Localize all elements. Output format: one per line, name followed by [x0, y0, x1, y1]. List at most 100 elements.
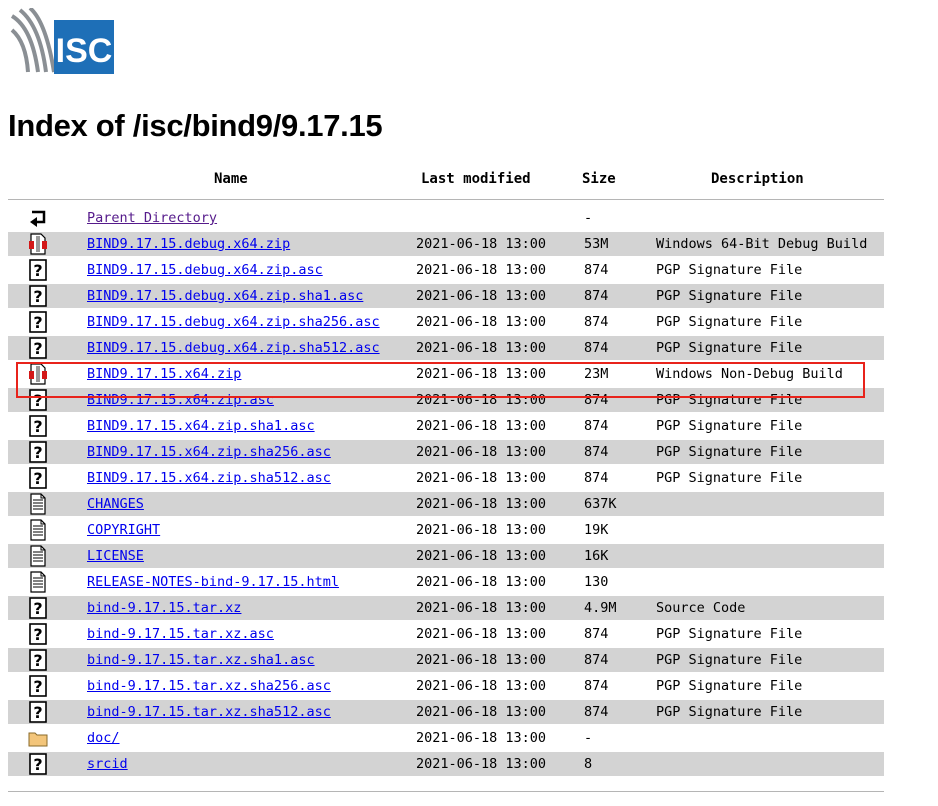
- file-link[interactable]: doc/: [87, 730, 120, 746]
- file-size: 874: [584, 340, 609, 356]
- file-link[interactable]: bind-9.17.15.tar.xz.asc: [87, 626, 274, 642]
- svg-text:?: ?: [33, 469, 42, 488]
- table-row: ? BIND9.17.15.x64.zip.sha256.asc 2021-06-1…: [8, 440, 884, 464]
- file-size: 874: [584, 262, 609, 278]
- folder-icon: [28, 727, 48, 749]
- last-modified: 2021-06-18 13:00: [416, 262, 547, 278]
- file-size: -: [584, 730, 593, 746]
- file-description: PGP Signature File: [656, 340, 803, 356]
- file-size: 53M: [584, 236, 609, 252]
- file-link[interactable]: LICENSE: [87, 548, 144, 564]
- table-row: ? BIND9.17.15.x64.zip.sha1.asc 2021-06-18 …: [8, 414, 884, 438]
- file-link[interactable]: Parent Directory: [87, 210, 217, 226]
- file-link[interactable]: BIND9.17.15.debug.x64.zip.asc: [87, 262, 323, 278]
- last-modified: 2021-06-18 13:00: [416, 704, 547, 720]
- unknown-file-icon: ?: [28, 597, 48, 619]
- last-modified: 2021-06-18 13:00: [416, 236, 547, 252]
- file-description: PGP Signature File: [656, 626, 803, 642]
- last-modified: 2021-06-18 13:00: [416, 626, 547, 642]
- file-link[interactable]: BIND9.17.15.x64.zip.sha256.asc: [87, 444, 331, 460]
- table-row: ? bind-9.17.15.tar.xz.sha1.asc 2021-06-18 …: [8, 648, 884, 672]
- file-description: PGP Signature File: [656, 652, 803, 668]
- column-header-name[interactable]: Name: [214, 171, 248, 187]
- file-size: 874: [584, 444, 609, 460]
- table-row: LICENSE 2021-06-18 13:00 16K: [8, 544, 884, 568]
- table-row: ? BIND9.17.15.debug.x64.zip.sha256.asc 202…: [8, 310, 884, 334]
- text-file-icon: [28, 571, 48, 593]
- file-link[interactable]: BIND9.17.15.debug.x64.zip.sha1.asc: [87, 288, 363, 304]
- table-row: ? srcid 2021-06-18 13:00 8: [8, 752, 884, 776]
- file-description: PGP Signature File: [656, 288, 803, 304]
- file-link[interactable]: bind-9.17.15.tar.xz.sha1.asc: [87, 652, 315, 668]
- table-row: Parent Directory -: [8, 206, 884, 230]
- table-row: ? BIND9.17.15.debug.x64.zip.asc 2021-06-18…: [8, 258, 884, 282]
- file-link[interactable]: bind-9.17.15.tar.xz.sha256.asc: [87, 678, 331, 694]
- table-row: RELEASE-NOTES-bind-9.17.15.html 2021-06-1…: [8, 570, 884, 594]
- isc-logo[interactable]: ISC: [10, 6, 114, 74]
- file-size: -: [584, 210, 593, 226]
- file-size: 8: [584, 756, 593, 772]
- last-modified: 2021-06-18 13:00: [416, 730, 547, 746]
- last-modified: 2021-06-18 13:00: [416, 756, 547, 772]
- header-divider: [8, 199, 884, 200]
- file-link[interactable]: bind-9.17.15.tar.xz.sha512.asc: [87, 704, 331, 720]
- svg-text:?: ?: [33, 287, 42, 306]
- column-header-last-modified[interactable]: Last modified: [421, 171, 531, 187]
- svg-text:?: ?: [33, 261, 42, 280]
- file-size: 874: [584, 652, 609, 668]
- file-link[interactable]: BIND9.17.15.debug.x64.zip.sha256.asc: [87, 314, 380, 330]
- file-link[interactable]: srcid: [87, 756, 128, 772]
- svg-text:?: ?: [33, 755, 42, 774]
- file-link[interactable]: BIND9.17.15.debug.x64.zip.sha512.asc: [87, 340, 380, 356]
- file-description: PGP Signature File: [656, 678, 803, 694]
- file-size: 16K: [584, 548, 609, 564]
- last-modified: 2021-06-18 13:00: [416, 600, 547, 616]
- last-modified: 2021-06-18 13:00: [416, 652, 547, 668]
- highlight-box: [16, 362, 865, 398]
- file-description: PGP Signature File: [656, 470, 803, 486]
- file-size: 4.9M: [584, 600, 617, 616]
- last-modified: 2021-06-18 13:00: [416, 288, 547, 304]
- table-row: CHANGES 2021-06-18 13:00 637K: [8, 492, 884, 516]
- file-size: 874: [584, 314, 609, 330]
- svg-text:?: ?: [33, 443, 42, 462]
- table-row: COPYRIGHT 2021-06-18 13:00 19K: [8, 518, 884, 542]
- column-header-size[interactable]: Size: [582, 171, 616, 187]
- binary-file-icon: [28, 233, 48, 255]
- svg-text:?: ?: [33, 599, 42, 618]
- file-listing-table: Name Last modified Size Description Pare…: [8, 164, 884, 792]
- file-link[interactable]: BIND9.17.15.debug.x64.zip: [87, 236, 290, 252]
- file-description: PGP Signature File: [656, 444, 803, 460]
- file-size: 637K: [584, 496, 617, 512]
- file-description: PGP Signature File: [656, 314, 803, 330]
- file-link[interactable]: BIND9.17.15.x64.zip.sha1.asc: [87, 418, 315, 434]
- file-link[interactable]: RELEASE-NOTES-bind-9.17.15.html: [87, 574, 339, 590]
- last-modified: 2021-06-18 13:00: [416, 418, 547, 434]
- unknown-file-icon: ?: [28, 415, 48, 437]
- file-link[interactable]: bind-9.17.15.tar.xz: [87, 600, 241, 616]
- file-link[interactable]: COPYRIGHT: [87, 522, 160, 538]
- svg-text:?: ?: [33, 313, 42, 332]
- last-modified: 2021-06-18 13:00: [416, 678, 547, 694]
- last-modified: 2021-06-18 13:00: [416, 470, 547, 486]
- unknown-file-icon: ?: [28, 285, 48, 307]
- column-header-description[interactable]: Description: [711, 171, 804, 187]
- file-size: 130: [584, 574, 609, 590]
- file-size: 874: [584, 626, 609, 642]
- page-title: Index of /isc/bind9/9.17.15: [8, 108, 383, 143]
- svg-text:?: ?: [33, 651, 42, 670]
- file-description: PGP Signature File: [656, 704, 803, 720]
- table-row: ? bind-9.17.15.tar.xz.sha256.asc 2021-06-1…: [8, 674, 884, 698]
- file-link[interactable]: BIND9.17.15.x64.zip.sha512.asc: [87, 470, 331, 486]
- footer-divider: [8, 791, 884, 792]
- text-file-icon: [28, 493, 48, 515]
- unknown-file-icon: ?: [28, 675, 48, 697]
- file-description: Source Code: [656, 600, 746, 616]
- isc-logo-text: ISC: [56, 32, 113, 70]
- file-link[interactable]: CHANGES: [87, 496, 144, 512]
- file-size: 874: [584, 288, 609, 304]
- file-size: 874: [584, 678, 609, 694]
- table-row: ? BIND9.17.15.debug.x64.zip.sha1.asc 2021-…: [8, 284, 884, 308]
- table-row: BIND9.17.15.debug.x64.zip 2021-06-18 13:0…: [8, 232, 884, 256]
- unknown-file-icon: ?: [28, 701, 48, 723]
